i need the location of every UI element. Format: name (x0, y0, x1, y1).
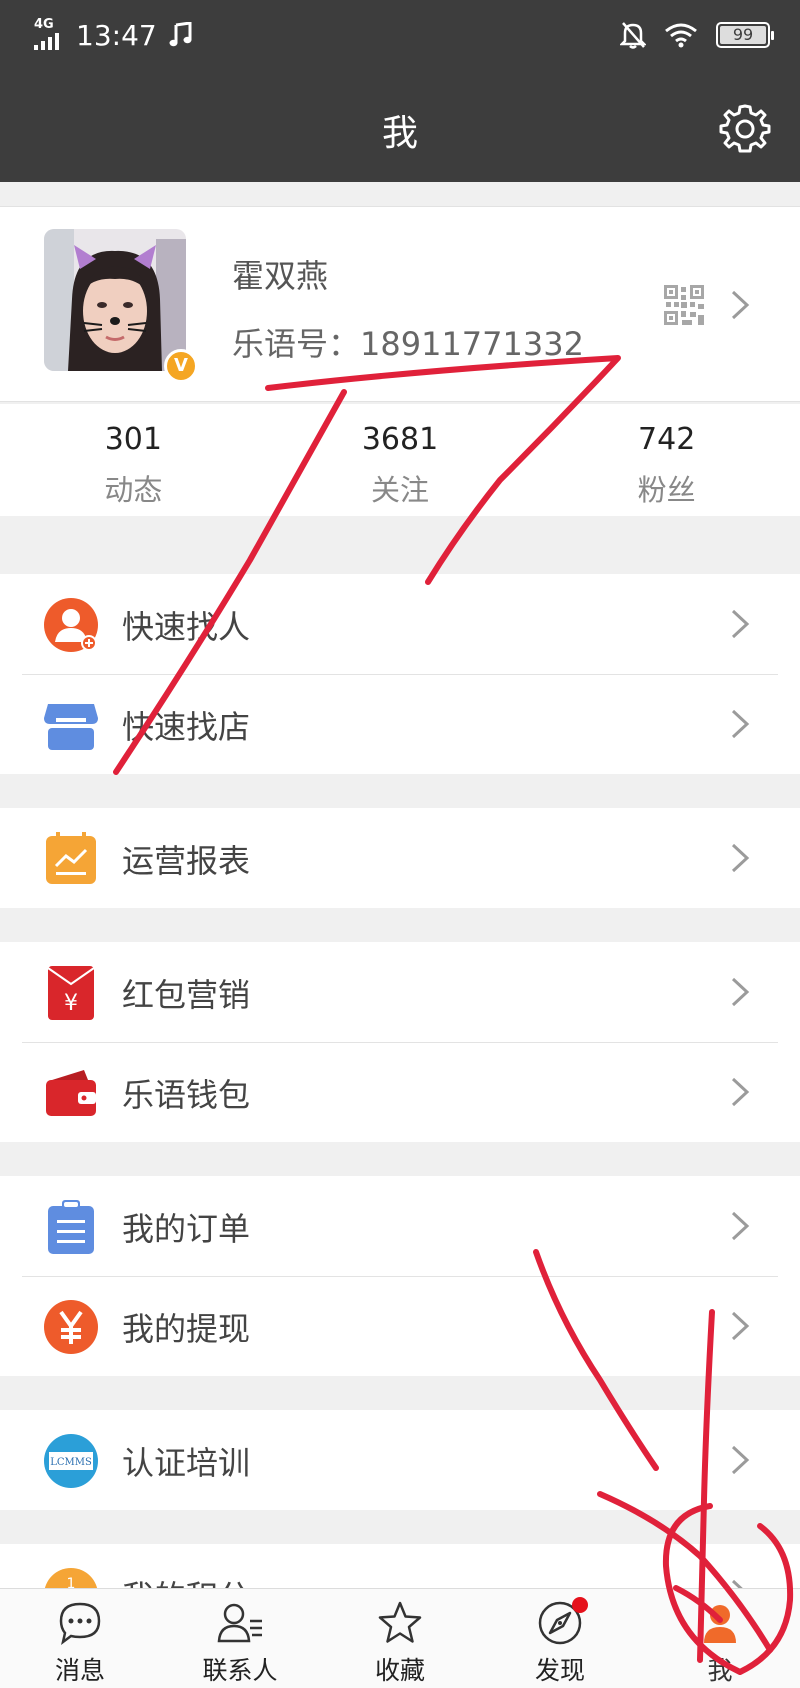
status-time: 13:47 (76, 18, 157, 52)
menu-item-label: 我的订单 (122, 1210, 251, 1248)
menu-item-red-packet[interactable]: ¥ 红包营销 (0, 942, 800, 1042)
chevron-right-icon (731, 1077, 750, 1107)
profile-name: 霍双燕 (232, 257, 329, 295)
wallet-icon (46, 1070, 96, 1116)
menu-group-marketing: ¥ 红包营销 乐语钱包 (0, 942, 800, 1142)
menu-item-label: 快速找人 (122, 608, 251, 646)
tab-label: 收藏 (374, 1656, 425, 1685)
menu-group-find: 快速找人 快速找店 (0, 574, 800, 774)
bottom-tab-bar: 消息 联系人 收藏 发现 我 (0, 1588, 800, 1688)
profile-card[interactable]: V 霍双燕 乐语号：18911771332 (0, 206, 800, 402)
mute-bell-icon (620, 22, 646, 49)
yen-coin-icon (44, 1300, 98, 1354)
page-title: 我 (381, 113, 418, 154)
menu-item-label: 红包营销 (122, 976, 251, 1014)
menu-item-withdraw[interactable]: 我的提现 (0, 1276, 800, 1376)
menu-item-wallet[interactable]: 乐语钱包 (0, 1042, 800, 1142)
menu-item-label: 快速找店 (122, 708, 251, 746)
clipboard-icon (48, 1200, 94, 1254)
battery-icon: 99 (716, 22, 774, 48)
person-add-icon (44, 598, 98, 652)
notification-dot (572, 1597, 588, 1613)
chat-icon (59, 1602, 101, 1646)
menu-group-training: LCMMS 认证培训 (0, 1410, 800, 1510)
verified-badge: V (164, 349, 198, 383)
stat-label: 粉丝 (637, 473, 696, 507)
chevron-right-icon (731, 843, 750, 873)
tab-label: 发现 (534, 1656, 585, 1685)
cellular-signal-icon: 4G (34, 18, 64, 52)
menu-item-orders[interactable]: 我的订单 (0, 1176, 800, 1276)
menu-item-find-shop[interactable]: 快速找店 (0, 674, 800, 774)
menu-item-label: 我的提现 (122, 1310, 251, 1348)
wifi-icon (665, 23, 697, 48)
menu-group-orders: 我的订单 我的提现 (0, 1176, 800, 1376)
tab-me[interactable]: 我 (640, 1589, 800, 1688)
report-chart-icon (46, 832, 96, 884)
stat-label: 关注 (371, 473, 430, 507)
chevron-right-icon (731, 290, 750, 320)
contacts-icon (217, 1603, 262, 1643)
menu-item-label: 运营报表 (122, 842, 251, 880)
music-note-icon (169, 22, 192, 47)
star-icon (378, 1601, 422, 1643)
chevron-right-icon (731, 977, 750, 1007)
stat-posts[interactable]: 301 动态 (0, 404, 267, 516)
tab-discover[interactable]: 发现 (480, 1589, 640, 1688)
menu-item-reports[interactable]: 运营报表 (0, 808, 800, 908)
shop-icon (44, 704, 98, 750)
chevron-right-icon (731, 1211, 750, 1241)
stats-bar: 301 动态 3681 关注 742 粉丝 (0, 404, 800, 516)
me-icon (704, 1605, 736, 1643)
tab-favorites[interactable]: 收藏 (320, 1589, 480, 1688)
tab-label: 我 (707, 1656, 733, 1685)
tab-contacts[interactable]: 联系人 (160, 1589, 320, 1688)
red-packet-icon: ¥ (47, 966, 95, 1020)
chevron-right-icon (731, 1445, 750, 1475)
menu-item-find-person[interactable]: 快速找人 (0, 574, 800, 674)
chevron-right-icon (731, 609, 750, 639)
battery-level: 99 (732, 25, 754, 44)
tab-label: 联系人 (202, 1656, 278, 1685)
stat-followers[interactable]: 742 粉丝 (533, 404, 800, 516)
stat-value: 742 (638, 422, 696, 457)
status-bar: 4G 13:47 99 (0, 0, 800, 76)
stat-value: 301 (104, 422, 162, 457)
chevron-right-icon (731, 709, 750, 739)
stat-following[interactable]: 3681 关注 (267, 404, 534, 516)
stat-label: 动态 (104, 473, 163, 507)
menu-item-training[interactable]: LCMMS 认证培训 (0, 1410, 800, 1510)
stat-value: 3681 (361, 422, 439, 457)
app-header: 我 (0, 76, 800, 182)
svg-text:¥: ¥ (64, 991, 78, 1016)
menu-item-label: 乐语钱包 (122, 1076, 251, 1114)
network-type: 4G (34, 17, 54, 32)
menu-item-label: 认证培训 (122, 1444, 251, 1482)
avatar[interactable] (44, 229, 186, 371)
chevron-right-icon (731, 1311, 750, 1341)
lcmms-logo-text: LCMMS (50, 1457, 92, 1468)
menu-group-reports: 运营报表 (0, 808, 800, 908)
gear-icon[interactable] (718, 102, 772, 156)
tab-label: 消息 (54, 1656, 105, 1685)
tab-messages[interactable]: 消息 (0, 1589, 160, 1688)
lcmms-logo-icon: LCMMS (44, 1434, 98, 1488)
profile-id: 乐语号：18911771332 (232, 325, 584, 363)
qr-code-icon[interactable] (664, 285, 704, 325)
